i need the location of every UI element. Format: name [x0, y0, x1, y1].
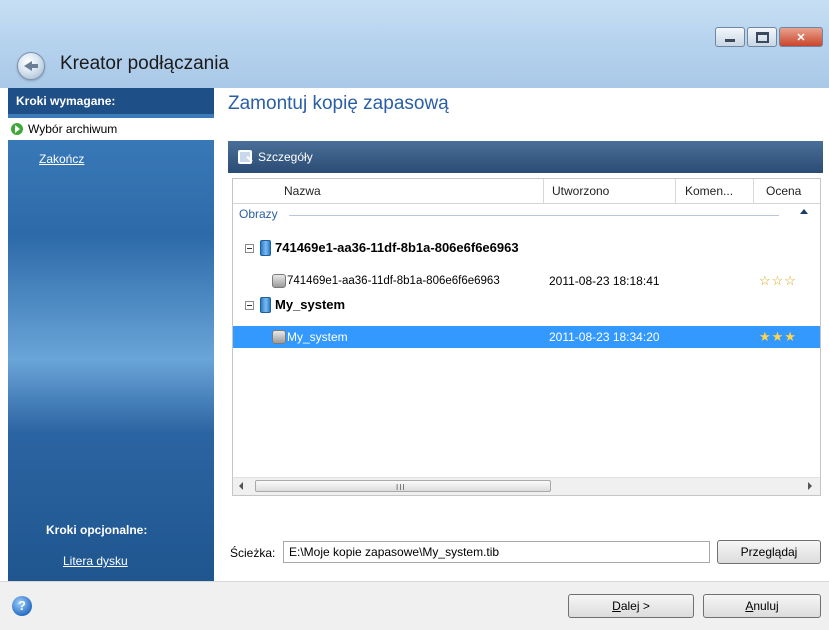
group-header-images[interactable]: Obrazy [233, 206, 820, 222]
details-label: Szczegóły [258, 150, 313, 164]
step-drive-letter-link[interactable]: Litera dysku [63, 554, 128, 568]
scroll-right-icon[interactable] [808, 482, 812, 490]
cancel-button[interactable]: Anuluj [703, 594, 821, 618]
collapse-toggle-icon[interactable] [245, 301, 254, 310]
details-magnifier-icon [238, 150, 252, 164]
rating-stars[interactable]: ★★★ [759, 326, 797, 348]
column-header-created[interactable]: Utworzono [544, 179, 676, 203]
tree-row-backup-selected[interactable]: My_system 2011-08-23 18:34:20 ★★★ [233, 326, 820, 348]
column-header-comments[interactable]: Komen... [676, 179, 754, 203]
current-step-arrow-icon [11, 123, 23, 135]
scroll-thumb[interactable]: III [255, 480, 551, 492]
page-title: Zamontuj kopię zapasową [228, 93, 449, 114]
group-label: Obrazy [239, 207, 278, 221]
step-finish-link[interactable]: Zakończ [39, 152, 84, 166]
wizard-steps-panel: Kroki wymagane: Wybór archiwum Zakończ K… [8, 88, 214, 581]
volume-icon [260, 297, 271, 313]
row-created: 2011-08-23 18:34:20 [549, 330, 660, 344]
column-headers: Nazwa Utworzono Komen... Ocena [233, 179, 820, 204]
volume-icon [260, 240, 271, 256]
row-name: My_system [287, 330, 348, 344]
backup-disk-icon [272, 274, 286, 288]
path-input[interactable] [283, 541, 710, 563]
collapse-toggle-icon[interactable] [245, 244, 254, 253]
column-header-rating[interactable]: Ocena [754, 179, 820, 203]
details-header[interactable]: Szczegóły [228, 141, 823, 173]
browse-button[interactable]: Przeglądaj [717, 540, 821, 564]
next-label: alej > [620, 599, 650, 613]
path-label: Ścieżka: [230, 546, 276, 560]
window-controls: ✕ [715, 27, 823, 47]
tree-row-volume[interactable]: My_system [233, 294, 820, 316]
scroll-left-icon[interactable] [239, 482, 243, 490]
row-name: 741469e1-aa36-11df-8b1a-806e6f6e6963 [287, 275, 500, 287]
minimize-button[interactable] [715, 27, 745, 47]
close-button[interactable]: ✕ [779, 27, 823, 47]
row-name: 741469e1-aa36-11df-8b1a-806e6f6e6963 [275, 240, 519, 255]
next-accel: D [612, 599, 621, 613]
maximize-button[interactable] [747, 27, 777, 47]
backup-list[interactable]: Nazwa Utworzono Komen... Ocena Obrazy 74… [232, 178, 821, 496]
scroll-grip: III [396, 483, 406, 492]
group-divider [289, 215, 779, 216]
row-created: 2011-08-23 18:18:41 [549, 274, 660, 288]
close-icon: ✕ [796, 31, 806, 44]
step-label: Wybór archiwum [28, 122, 118, 136]
rating-stars[interactable]: ☆☆☆ [759, 270, 797, 292]
back-arrow-icon[interactable] [17, 52, 45, 80]
row-name: My_system [275, 297, 346, 312]
maximize-icon [755, 31, 769, 43]
collapse-chevron-icon[interactable] [800, 209, 808, 214]
backup-disk-icon [272, 330, 286, 344]
cancel-accel: A [745, 599, 754, 613]
next-button[interactable]: Dalej > [568, 594, 694, 618]
step-select-archive[interactable]: Wybór archiwum [8, 118, 214, 140]
window-title: Kreator podłączania [60, 53, 229, 74]
optional-steps-heading: Kroki opcjonalne: [46, 523, 148, 537]
cancel-label: nuluj [753, 599, 779, 613]
wizard-footer: ? Dalej > Anuluj [0, 581, 829, 630]
minimize-icon [725, 38, 735, 42]
tree-row-backup[interactable]: 741469e1-aa36-11df-8b1a-806e6f6e6963 201… [233, 270, 820, 292]
tree-row-volume[interactable]: 741469e1-aa36-11df-8b1a-806e6f6e6963 [233, 237, 820, 259]
horizontal-scrollbar[interactable]: III [233, 477, 820, 495]
required-steps-heading: Kroki wymagane: [8, 88, 214, 114]
title-bar: Kreator podłączania ✕ [0, 0, 829, 88]
help-icon[interactable]: ? [12, 596, 32, 616]
column-header-name[interactable]: Nazwa [233, 179, 544, 203]
